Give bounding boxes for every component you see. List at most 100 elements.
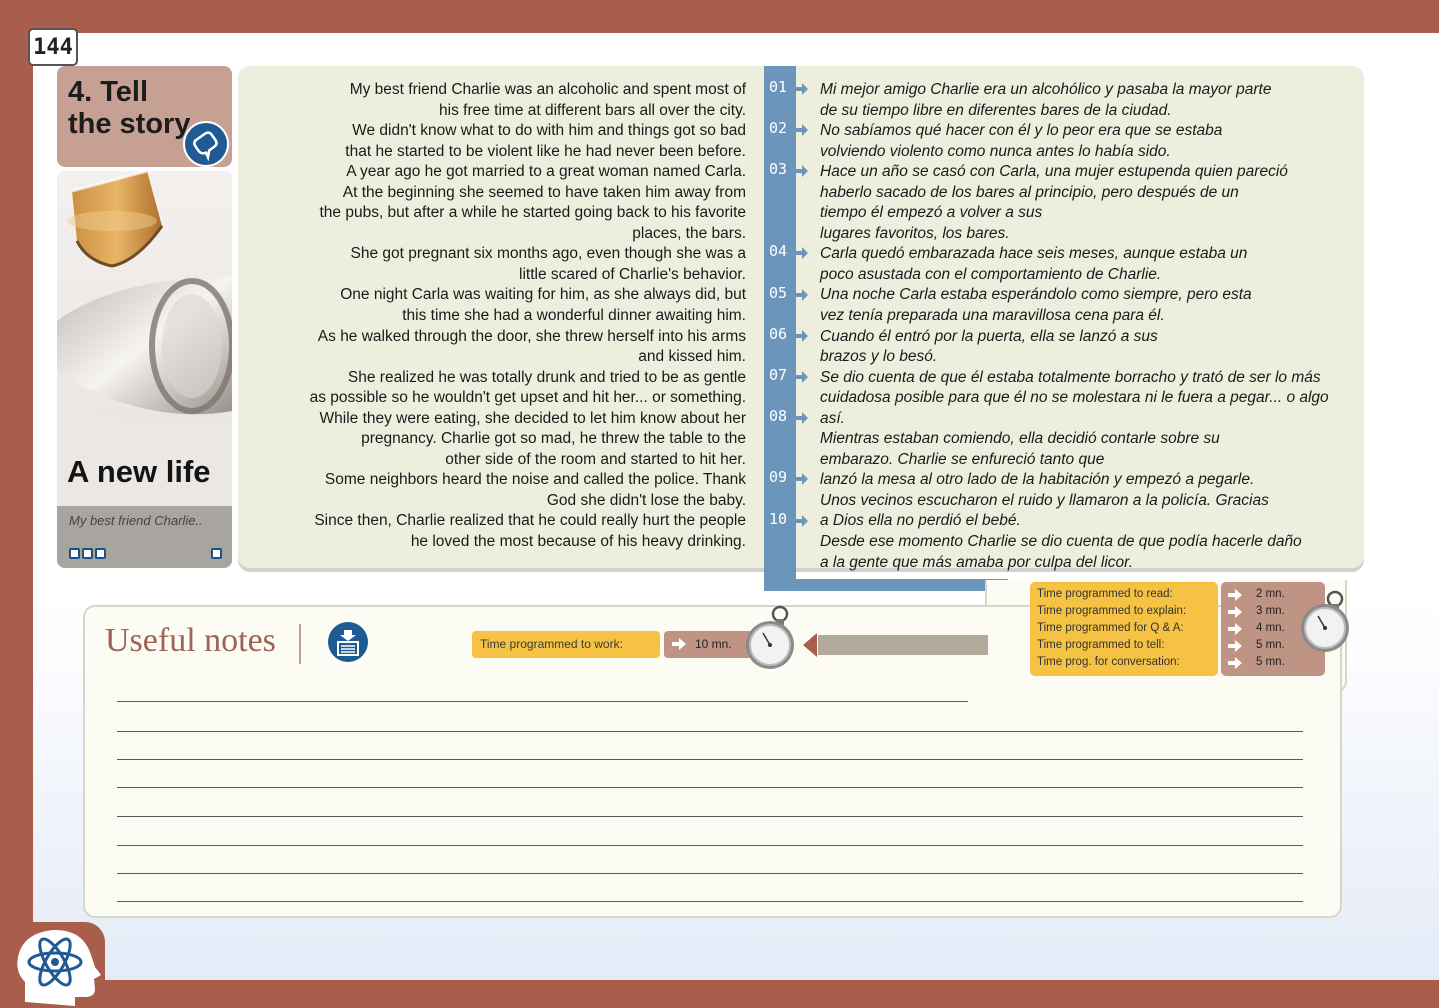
arrow-right-icon [796,124,808,137]
stopwatch-icon [1301,590,1349,652]
pager-dot[interactable] [82,548,93,559]
paragraph-number: 04 [768,242,788,261]
program-label: Time programmed for Q & A: [1037,622,1184,634]
note-line[interactable] [117,845,1303,846]
arrow-right-icon [796,165,808,178]
paragraph-number: 03 [768,160,788,179]
arrow-right-icon [796,83,808,95]
program-label: Time prog. for conversation: [1037,656,1180,668]
note-line[interactable] [117,787,1303,788]
text-line: he loved the most because of his heavy d… [410,533,746,551]
text-line: lanzó la mesa al otro lado de la habitac… [820,471,1255,489]
text-line: Desde ese momento Charlie se dio cuenta … [820,533,1302,551]
arrow-right-icon [796,370,808,383]
text-line: Unos vecinos escucharon el ruido y llama… [820,491,1269,509]
paragraph-number: 09 [768,468,788,487]
arrow-right-icon [1228,657,1242,669]
text-line: My best friend Charlie was an alcoholic … [349,81,746,98]
text-line: While they were eating, she decided to l… [319,409,747,427]
text-line: a la gente que más amaba por culpa del l… [820,553,1134,571]
arrow-left-icon [803,633,817,657]
text-line: pregnancy. Charlie got so mad, he threw … [361,430,746,448]
paragraph-number: 05 [768,283,788,302]
text-line: volviendo violento como nunca antes lo h… [820,142,1171,160]
text-line: embarazo. Charlie se enfureció tanto que [820,450,1105,468]
paragraph-number: 07 [768,365,788,384]
work-time-text: 10 mn. [695,637,732,651]
story-caption: My best friend Charlie.. [69,513,203,528]
story-title: A new life [67,454,211,489]
arrow-right-icon [796,411,808,424]
arrow-right-icon [1228,623,1242,635]
text-line: brazos y lo besó. [820,348,938,366]
english-text: My best friend Charlie was an alcoholic … [262,80,746,553]
text-line: vez tenía preparada una maravillosa cena… [820,307,1165,325]
section-title: 4. Tell the story [68,76,191,140]
text-line: de su tiempo libre en diferentes bares d… [820,101,1172,119]
text-line: lugares favoritos, los bares. [820,224,1010,242]
text-line: Since then, Charlie realized that he cou… [314,512,746,530]
text-line: Cuando él entró por la puerta, ella se l… [820,327,1158,345]
speech-bubble-icon[interactable] [183,121,229,167]
title-divider [299,624,301,664]
paragraph-number: 02 [768,119,788,138]
text-line: Carla quedó embarazada hace seis meses, … [820,245,1248,263]
pager-dots [69,548,106,559]
timeline-band [818,635,988,655]
program-time-labels: Time programmed to read: Time programmed … [1030,582,1218,676]
text-line: Hace un año se casó con Carla, una mujer… [820,163,1288,181]
spanish-text: Mi mejor amigo Charlie era un alcohólico… [820,80,1340,573]
arrow-right-icon [1228,640,1242,652]
paragraph-number: 10 [768,509,788,528]
program-arrows [1228,589,1242,669]
text-line: Una noche Carla estaba esperándolo como … [820,286,1252,304]
notepad-icon[interactable] [328,622,368,662]
work-time-label: Time programmed to work: [472,631,660,658]
text-line: She got pregnant six months ago, even th… [350,245,746,263]
arrow-right-icon [796,288,808,301]
text-line: Mientras estaban comiendo, ella decidió … [820,430,1220,448]
note-line[interactable] [117,873,1303,874]
arrow-right-icon [1228,606,1242,618]
paragraph-number: 06 [768,324,788,343]
notes-title: Useful notes [105,622,276,659]
text-line: We didn't know what to do with him and t… [352,122,746,140]
text-line: a Dios ella no perdió el bebé. [820,512,1021,530]
text-line: the pubs, but after a while he started g… [319,204,746,222]
note-line[interactable] [117,701,968,702]
text-line: Se dio cuenta de que él estaba totalment… [820,368,1321,386]
note-line[interactable] [117,816,1303,817]
arrow-right-icon [796,473,808,486]
pager-dot[interactable] [95,548,106,559]
text-line: places, the bars. [632,224,746,242]
program-label: Time programmed to tell: [1037,639,1165,651]
text-line: At the beginning she seemed to have take… [342,183,746,201]
text-line: that he started to be violent like he ha… [345,142,746,160]
page-number: 144 [28,28,78,66]
pager-dot[interactable] [69,548,80,559]
note-line[interactable] [117,901,1303,902]
paragraph-number: 01 [768,78,788,96]
text-line: little scared of Charlie's behavior. [519,265,746,283]
text-line: his free time at different bars all over… [439,101,746,119]
program-label: Time programmed to read: [1037,588,1173,600]
story-photo-card: A new life My best friend Charlie.. [57,171,232,568]
text-line: cuidadosa posible para que él no se mole… [820,389,1329,427]
text-line: other side of the room and started to hi… [445,450,746,468]
atom-head-logo-icon [17,929,101,1006]
text-line: Mi mejor amigo Charlie era un alcohólico… [820,81,1272,98]
note-line[interactable] [117,759,1303,760]
text-line: She realized he was totally drunk and tr… [347,368,746,386]
arrow-right-icon [672,638,686,650]
note-line[interactable] [117,731,1303,732]
arrow-right-icon [1228,589,1242,601]
next-dot[interactable] [211,548,222,559]
text-line: No sabíamos qué hacer con él y lo peor e… [820,122,1223,140]
text-line: As he walked through the door, she threw… [317,327,746,345]
text-line: God she didn't lose the baby. [546,491,746,509]
connector-line [764,579,1008,591]
arrow-right-icon [796,514,808,527]
paragraph-number: 08 [768,406,788,425]
text-line: poco asustada con el comportamiento de C… [820,265,1162,283]
text-line: this time she had a wonderful dinner awa… [402,307,746,325]
